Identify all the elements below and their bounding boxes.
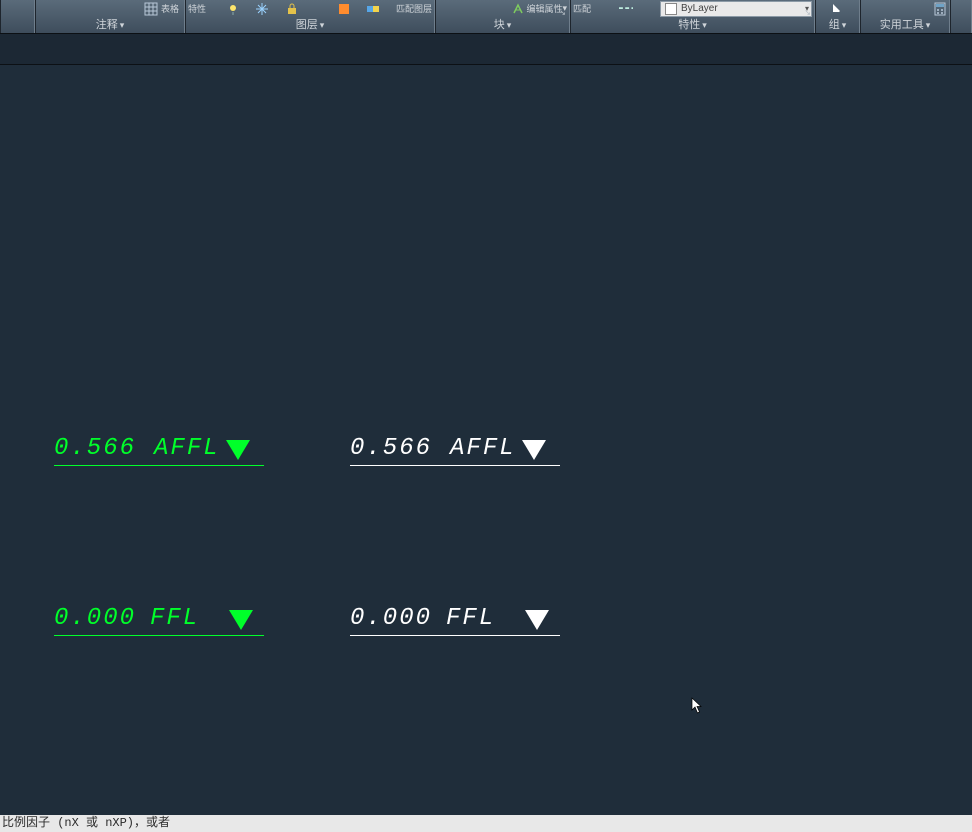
marker-value: 0.566 (54, 435, 136, 462)
panel-utilities: 实用工具 (860, 0, 950, 33)
marker-label: FFL (150, 605, 199, 632)
marker-underline (54, 635, 264, 636)
panel-annotate: 表格 注释 (35, 0, 185, 33)
marker-label: FFL (446, 605, 495, 632)
elevation-marker[interactable]: 0.566 AFFL (350, 435, 560, 462)
layer-off-icon[interactable] (226, 2, 240, 16)
edit-attributes-label[interactable]: 编辑属性 (526, 2, 562, 15)
marker-value: 0.000 (54, 605, 136, 632)
panel-launcher-blocks[interactable]: ↘ (559, 8, 566, 17)
panel-label-layers[interactable]: 图层 (186, 17, 434, 33)
marker-value: 0.566 (350, 435, 432, 462)
layer-match-icon[interactable] (366, 2, 380, 16)
panel-label-properties[interactable]: 特性 (571, 17, 814, 33)
linetype-icon[interactable] (619, 2, 633, 16)
table-label[interactable]: 表格 (161, 2, 179, 15)
elevation-marker[interactable]: 0.000 FFL (54, 605, 264, 632)
panel-layers: 特性 匹配图层 图层 (185, 0, 435, 33)
marker-underline (350, 635, 560, 636)
layer-dropdown[interactable]: ByLayer ▾ (660, 1, 812, 17)
panel-label-annotate[interactable]: 注释 (36, 17, 184, 33)
tab-strip (0, 33, 972, 65)
match-properties-label[interactable]: 匹配 (573, 2, 591, 15)
marker-value: 0.000 (350, 605, 432, 632)
panel-0 (0, 0, 35, 33)
layer-properties-label[interactable]: 特性 (188, 2, 206, 15)
elevation-marker[interactable]: 0.566 AFFL (54, 435, 264, 462)
command-line[interactable]: 比例因子 (nX 或 nXP)，或者 (0, 815, 972, 832)
triangle-down-icon (229, 610, 253, 630)
panel-blocks: 编辑属性 ▾ 块 ↘ (435, 0, 570, 33)
layer-lock-icon[interactable] (285, 2, 299, 16)
panel-label-utilities[interactable]: 实用工具 (861, 17, 949, 33)
panel-launcher-properties[interactable]: ↘ (804, 8, 811, 17)
edit-attributes-icon[interactable] (512, 2, 526, 16)
drawing-canvas[interactable]: 0.566 AFFL 0.566 AFFL 0.000 FFL 0.000 FF… (0, 65, 972, 815)
marker-underline (54, 465, 264, 466)
panel-label-groups[interactable]: 组 (816, 17, 859, 33)
panel-tail (950, 0, 972, 33)
triangle-down-icon (226, 440, 250, 460)
calculator-icon[interactable] (933, 2, 947, 16)
panel-label-blocks[interactable]: 块 (436, 17, 569, 33)
panel-groups: 组 (815, 0, 860, 33)
layer-current-value: ByLayer (681, 3, 718, 14)
marker-underline (350, 465, 560, 466)
layer-freeze-icon[interactable] (255, 2, 269, 16)
group-select-icon[interactable] (831, 2, 845, 16)
layer-color-icon[interactable] (337, 2, 351, 16)
panel-properties: 匹配 ByLayer ▾ 特性 ↘ (570, 0, 815, 33)
ribbon: 表格 注释 特性 匹配图层 图层 编辑属性 ▾ 块 ↘ 匹配 (0, 0, 972, 33)
marker-label: AFFL (450, 435, 516, 462)
triangle-down-icon (522, 440, 546, 460)
command-line-text: 比例因子 (nX 或 nXP)，或者 (2, 816, 170, 830)
mouse-cursor (691, 697, 703, 715)
table-icon[interactable] (144, 2, 158, 16)
elevation-marker[interactable]: 0.000 FFL (350, 605, 560, 632)
triangle-down-icon (525, 610, 549, 630)
layer-color-swatch (665, 3, 677, 15)
marker-label: AFFL (154, 435, 220, 462)
match-layer-label[interactable]: 匹配图层 (396, 2, 432, 15)
